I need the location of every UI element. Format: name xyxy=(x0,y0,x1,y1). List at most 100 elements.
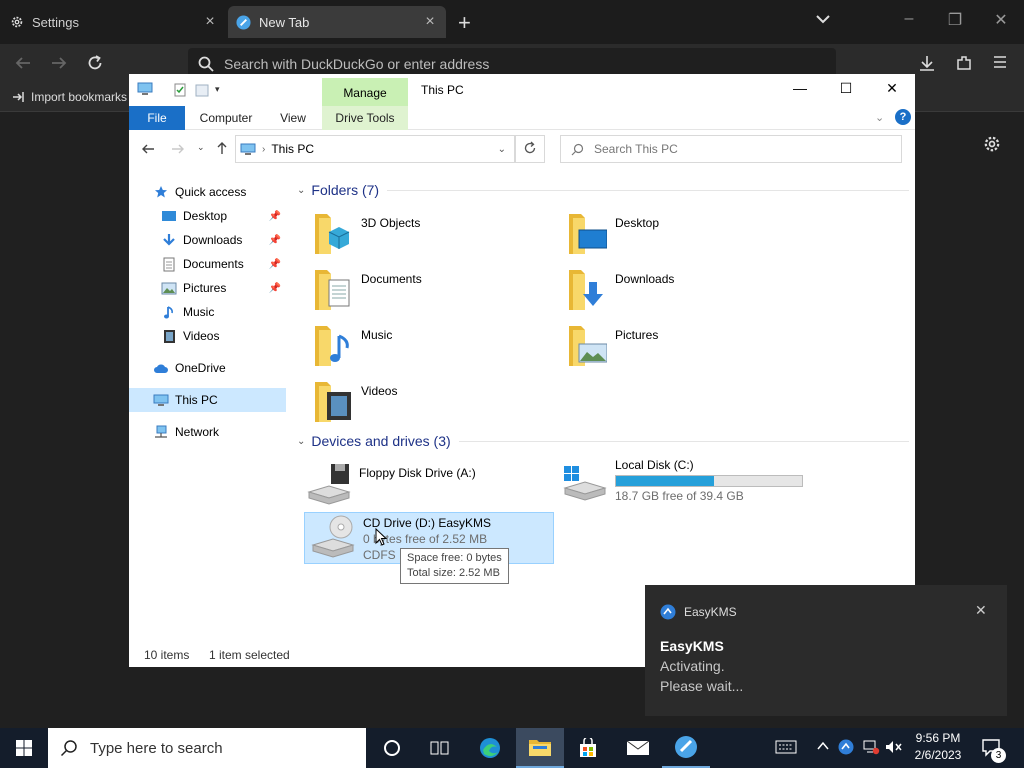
system-clock[interactable]: 9:56 PM 2/6/2023 xyxy=(906,730,970,764)
mail-icon[interactable] xyxy=(614,728,662,768)
reload-button[interactable] xyxy=(86,54,104,72)
properties-icon[interactable] xyxy=(173,83,187,97)
close-window-button[interactable]: ✕ xyxy=(989,10,1013,30)
minimize-button[interactable]: — xyxy=(777,80,823,100)
star-icon xyxy=(153,184,169,200)
quick-access-toolbar-dropdown[interactable]: ▾ xyxy=(215,84,220,95)
menu-icon[interactable] xyxy=(992,54,1008,70)
folder-documents[interactable]: Documents xyxy=(313,266,553,316)
show-hidden-icons-chevron-icon[interactable] xyxy=(817,741,829,751)
edge-icon[interactable] xyxy=(466,728,514,768)
toast-message: Please wait... xyxy=(660,678,744,694)
path-bar[interactable]: › This PC ⌄ xyxy=(235,135,515,163)
ribbon-tab-view[interactable]: View xyxy=(271,106,315,130)
taskbar-search-box[interactable]: Type here to search xyxy=(48,728,366,768)
desktop-icon xyxy=(161,208,177,224)
search-input[interactable]: Search This PC xyxy=(560,135,902,163)
documents-icon xyxy=(161,256,177,272)
pictures-icon xyxy=(161,280,177,296)
help-icon[interactable]: ? xyxy=(895,109,911,125)
nav-desktop[interactable]: Desktop 📌 xyxy=(161,204,287,228)
import-bookmarks-label: Import bookmarks xyxy=(31,90,128,104)
nav-label: Quick access xyxy=(175,185,247,199)
import-bookmarks-button[interactable]: Import bookmarks xyxy=(12,90,127,104)
nav-this-pc[interactable]: This PC xyxy=(129,388,286,412)
keyboard-icon[interactable] xyxy=(775,739,797,755)
ribbon-tab-drive-tools[interactable]: Drive Tools xyxy=(322,106,408,130)
minimize-button[interactable]: – xyxy=(897,10,921,28)
maximize-button[interactable]: ❐ xyxy=(943,10,967,30)
close-tab-button[interactable]: × xyxy=(200,13,220,31)
nav-music[interactable]: Music xyxy=(161,300,287,324)
close-icon[interactable]: ✕ xyxy=(975,602,987,619)
drive-floppy[interactable]: Floppy Disk Drive (A:) xyxy=(305,460,555,512)
back-arrow-icon[interactable] xyxy=(141,142,155,156)
new-tab-button[interactable]: + xyxy=(458,10,471,36)
folder-pictures[interactable]: Pictures xyxy=(567,322,807,372)
chevron-down-icon[interactable]: ⌄ xyxy=(498,144,506,155)
chevron-down-icon[interactable] xyxy=(816,14,830,24)
drive-local-c[interactable]: Local Disk (C:) 18.7 GB free of 39.4 GB xyxy=(561,458,821,510)
volume-muted-icon[interactable] xyxy=(884,739,902,755)
notification-count-badge: 3 xyxy=(991,748,1006,763)
nav-network[interactable]: Network xyxy=(153,420,309,444)
nav-pictures[interactable]: Pictures 📌 xyxy=(161,276,287,300)
folder-label: 3D Objects xyxy=(361,216,421,230)
cloud-icon xyxy=(153,360,169,376)
nav-label: Documents xyxy=(183,257,244,271)
ribbon-tab-file[interactable]: File xyxy=(129,106,185,130)
drives-group-header[interactable]: ⌄ Devices and drives (3) xyxy=(297,433,909,449)
manage-context-tab[interactable]: Manage xyxy=(322,78,408,106)
close-button[interactable]: ✕ xyxy=(869,80,915,100)
gear-icon[interactable] xyxy=(983,135,1001,153)
folders-group-header[interactable]: ⌄ Folders (7) xyxy=(297,182,909,198)
start-button[interactable] xyxy=(0,728,48,768)
ribbon-tab-computer[interactable]: Computer xyxy=(191,106,261,130)
folder-desktop[interactable]: Desktop xyxy=(567,210,807,260)
downloads-icon[interactable] xyxy=(918,54,936,72)
nav-quick-access[interactable]: Quick access xyxy=(153,180,309,204)
nav-documents[interactable]: Documents 📌 xyxy=(161,252,287,276)
this-pc-icon xyxy=(240,143,256,156)
path-label[interactable]: This PC xyxy=(271,142,314,156)
drive-label: Floppy Disk Drive (A:) xyxy=(359,466,476,480)
search-icon xyxy=(571,143,584,156)
notification-toast[interactable]: EasyKMS ✕ EasyKMS Activating. Please wai… xyxy=(645,585,1007,716)
folder-downloads[interactable]: Downloads xyxy=(567,266,807,316)
task-view-icon[interactable] xyxy=(416,728,464,768)
this-pc-icon xyxy=(137,82,153,96)
folder-3d-objects[interactable]: 3D Objects xyxy=(313,210,553,260)
tab-settings[interactable]: Settings × xyxy=(0,6,226,38)
folder-videos[interactable]: Videos xyxy=(313,378,553,428)
search-placeholder: Search This PC xyxy=(594,142,678,156)
back-button[interactable] xyxy=(14,54,32,72)
microsoft-store-icon[interactable] xyxy=(564,728,612,768)
pin-icon: 📌 xyxy=(268,234,281,246)
folder-music[interactable]: Music xyxy=(313,322,553,372)
up-arrow-icon[interactable] xyxy=(215,141,229,155)
file-explorer-taskbar-icon[interactable] xyxy=(516,728,564,768)
forward-button[interactable] xyxy=(50,54,68,72)
recent-locations-chevron-icon[interactable]: ⌄ xyxy=(197,142,205,153)
browser-taskbar-icon[interactable] xyxy=(662,728,710,768)
tab-new-tab[interactable]: New Tab × xyxy=(228,6,446,38)
clock-date: 2/6/2023 xyxy=(914,748,962,762)
selection-count: 1 item selected xyxy=(209,648,290,662)
nav-onedrive[interactable]: OneDrive xyxy=(153,356,309,380)
browser-tab-bar: Settings × New Tab × + – ❐ ✕ xyxy=(0,0,1024,44)
new-folder-icon[interactable] xyxy=(195,83,209,97)
easykms-tray-icon[interactable] xyxy=(838,739,854,755)
extensions-icon[interactable] xyxy=(955,54,973,72)
easykms-icon xyxy=(660,604,676,620)
cortana-icon[interactable] xyxy=(368,728,416,768)
network-status-icon[interactable] xyxy=(862,739,880,755)
clock-time: 9:56 PM xyxy=(915,731,961,745)
maximize-button[interactable]: ☐ xyxy=(823,80,869,100)
nav-videos[interactable]: Videos xyxy=(161,324,287,348)
close-tab-button[interactable]: × xyxy=(420,13,440,31)
expand-ribbon-chevron-icon[interactable]: ⌄ xyxy=(875,111,884,124)
refresh-button[interactable] xyxy=(515,135,545,163)
forward-arrow-icon[interactable] xyxy=(171,142,185,156)
cd-drive-icon xyxy=(309,513,355,559)
nav-downloads[interactable]: Downloads 📌 xyxy=(161,228,287,252)
